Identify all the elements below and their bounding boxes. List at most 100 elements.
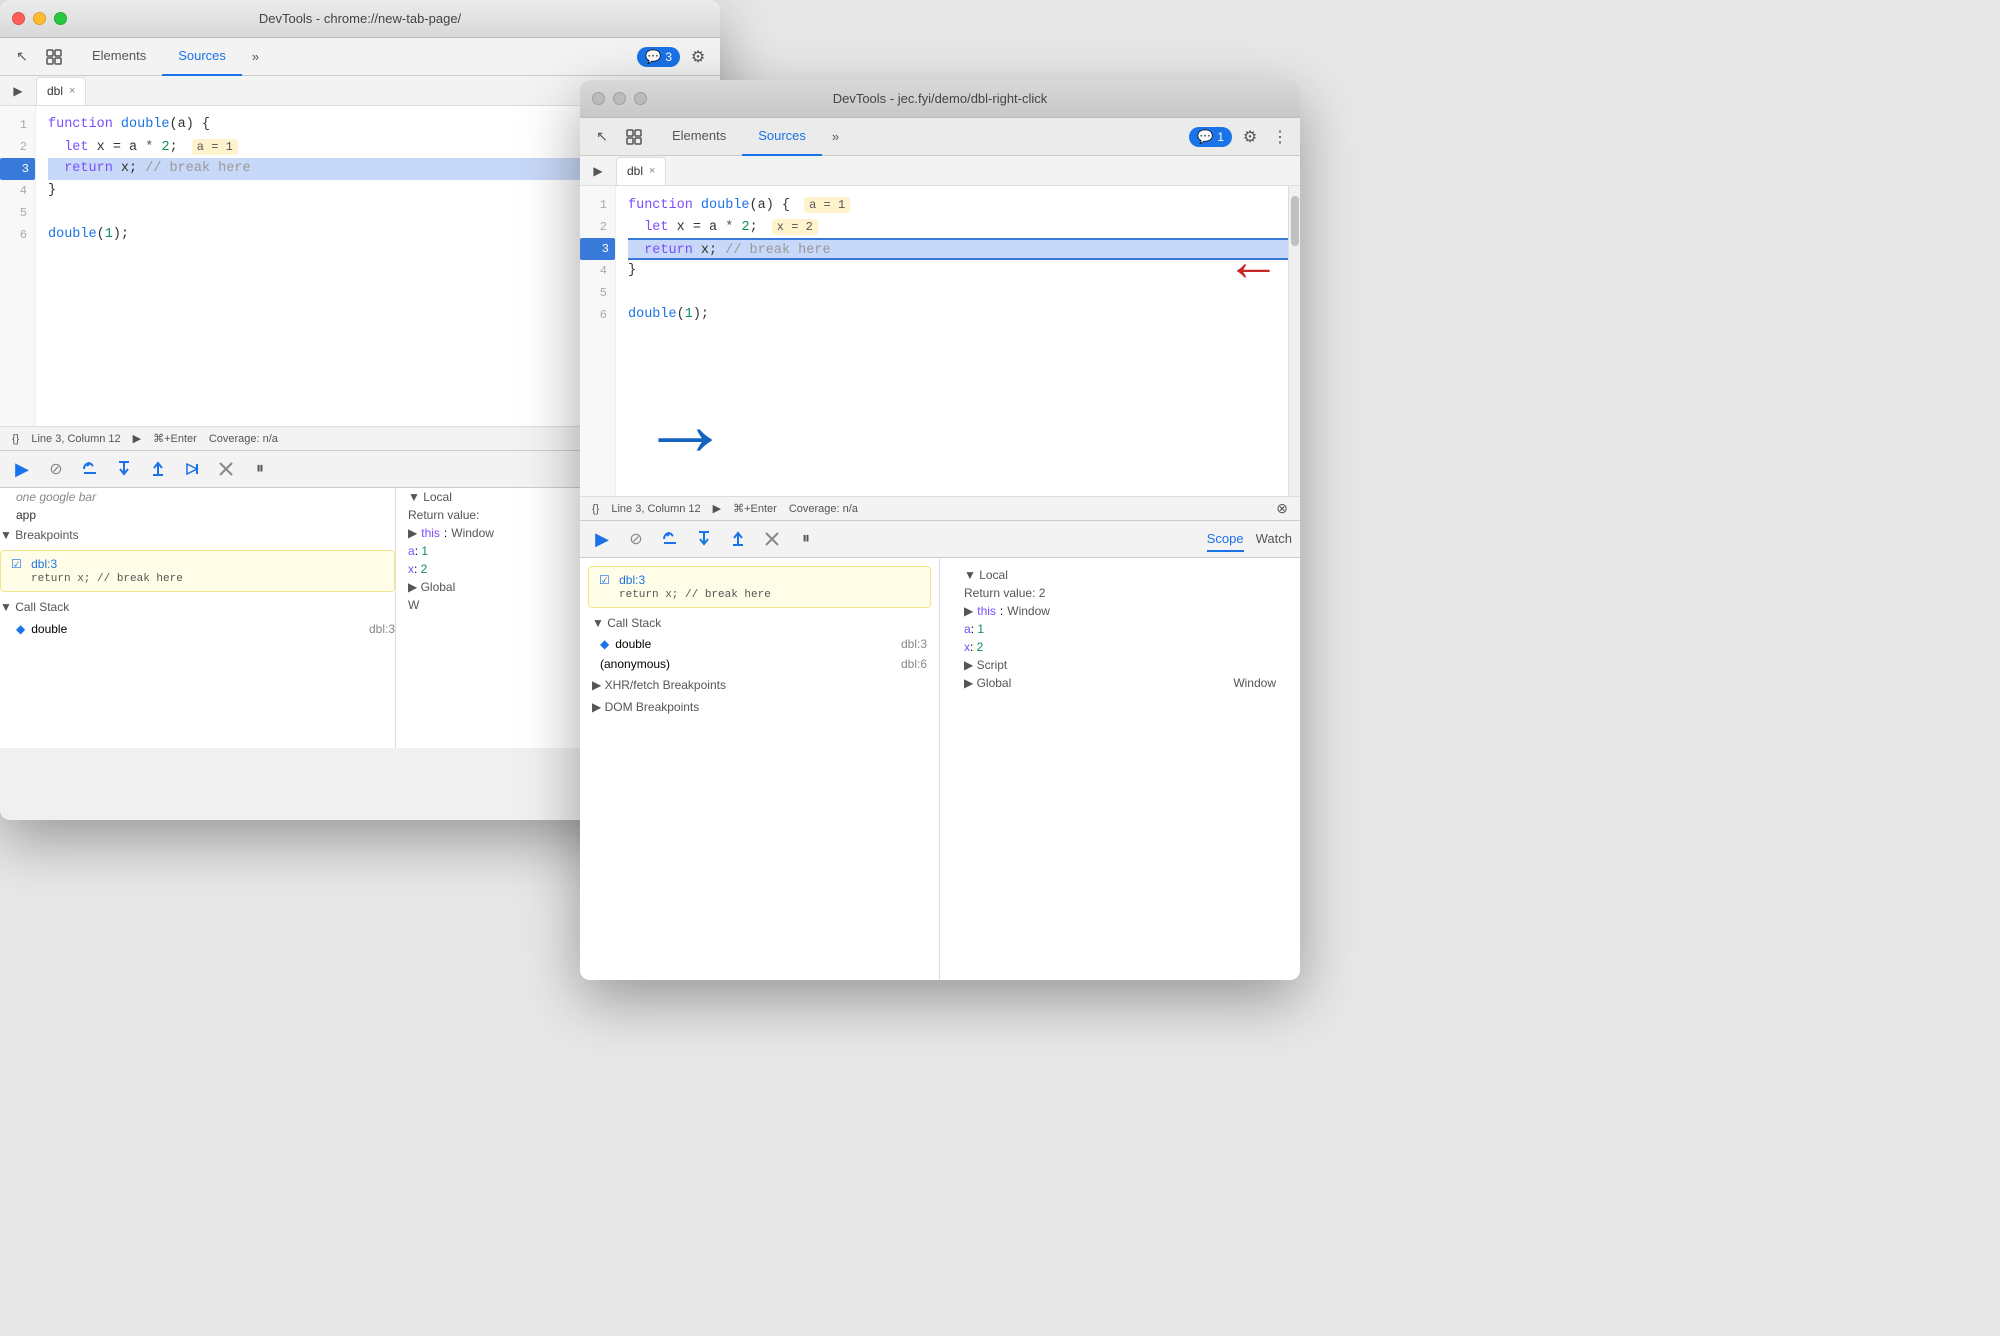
code-line-4-right: }	[628, 260, 1300, 282]
red-arrow: ←	[1237, 238, 1270, 293]
call-stack-double-right: ◆double dbl:3	[580, 634, 939, 654]
blue-arrow: →	[640, 380, 730, 470]
window-title-right: DevTools - jec.fyi/demo/dbl-right-click	[833, 91, 1048, 106]
breakpoint-checkbox-right[interactable]: ☑	[599, 573, 610, 587]
dom-header-right[interactable]: ▶ DOM Breakpoints	[580, 696, 939, 718]
breakpoint-label-right: dbl:3	[619, 573, 645, 587]
line-numbers-right: 1 2 3 4 5 6	[580, 186, 616, 496]
app-item: app	[0, 506, 395, 524]
minimize-button-left[interactable]	[33, 12, 46, 25]
step-over-left[interactable]	[76, 455, 104, 483]
maximize-button-right[interactable]	[634, 92, 647, 105]
close-tab-right[interactable]: ×	[649, 165, 655, 177]
settings-button-left[interactable]: ⚙	[684, 43, 712, 71]
code-line-2-right: let x = a * 2; x = 2	[628, 216, 1300, 238]
devtools-window-right: DevTools - jec.fyi/demo/dbl-right-click …	[580, 80, 1300, 980]
watch-tab-right[interactable]: Watch	[1256, 527, 1292, 552]
close-button-right[interactable]	[592, 92, 605, 105]
step-out-left[interactable]	[144, 455, 172, 483]
breakpoint-code-left: return x; // break here	[31, 573, 384, 585]
x-value-right: x: 2	[952, 638, 1288, 656]
more-tabs-right[interactable]: »	[826, 125, 845, 148]
code-line-5-right	[628, 282, 1300, 304]
breakpoint-checkbox-left[interactable]: ☑	[11, 557, 22, 571]
layers-icon[interactable]	[40, 43, 68, 71]
panel-toggle-right[interactable]: ▶	[588, 161, 608, 181]
deactivate-breakpoints-left[interactable]	[212, 455, 240, 483]
settings-button-right[interactable]: ⚙	[1236, 123, 1264, 151]
step-over-right[interactable]	[656, 525, 684, 553]
return-value-right: Return value: 2	[952, 584, 1288, 602]
more-button-right[interactable]: ⋮	[1268, 123, 1292, 151]
close-tab-left[interactable]: ×	[69, 85, 75, 97]
pause-on-exception-left[interactable]: ⊘	[42, 455, 70, 483]
a-value-right: a: 1	[952, 620, 1288, 638]
xhr-header-right[interactable]: ▶ XHR/fetch Breakpoints	[580, 674, 939, 696]
breakpoint-label-left: dbl:3	[31, 557, 57, 571]
pause-button-right[interactable]: ⏸	[792, 525, 820, 553]
traffic-lights-left	[12, 12, 67, 25]
layers-icon-right[interactable]	[620, 123, 648, 151]
code-line-6-right: double(1);	[628, 304, 1300, 326]
resume-button-right[interactable]: ▶	[588, 525, 616, 553]
code-line-3-right: return x; // break here	[628, 238, 1300, 260]
panel-toggle-left[interactable]: ▶	[8, 81, 28, 101]
devtools-toolbar-left: ↖ Elements Sources » 💬 3 ⚙	[0, 38, 720, 76]
breakpoints-header-left[interactable]: ▼ Breakpoints	[0, 524, 395, 546]
call-stack-anon-right: (anonymous) dbl:6	[580, 654, 939, 674]
main-tabs-left: Elements Sources	[76, 38, 242, 76]
close-status-right[interactable]: ⊗	[1276, 500, 1288, 517]
cursor-icon[interactable]: ↖	[8, 43, 36, 71]
breakpoint-item-left: ☑ dbl:3 return x; // break here	[0, 550, 395, 592]
chat-badge-left[interactable]: 💬 3	[637, 47, 680, 67]
chat-badge-right[interactable]: 💬 1	[1189, 127, 1232, 147]
step-right[interactable]	[724, 525, 752, 553]
call-stack-header-left[interactable]: ▼ Call Stack	[0, 596, 395, 618]
cursor-icon-right[interactable]: ↖	[588, 123, 616, 151]
file-tab-dbl-left[interactable]: dbl ×	[36, 77, 86, 105]
file-tab-dbl-right[interactable]: dbl ×	[616, 157, 666, 185]
left-panel-left: one google bar app ▼ Breakpoints ☑ dbl:3…	[0, 488, 396, 748]
script-scope-right[interactable]: ▶ Script	[952, 656, 1288, 674]
file-tabs-right: ▶ dbl ×	[580, 156, 1300, 186]
tab-elements-right[interactable]: Elements	[656, 118, 742, 156]
panel-body-right: ▶ dbl × 1 2 3 4 5 6 function double(a) {…	[580, 156, 1300, 980]
pause-on-exception-right[interactable]: ⊘	[622, 525, 650, 553]
minimize-button-right[interactable]	[613, 92, 626, 105]
google-bar-item: one google bar	[0, 488, 395, 506]
local-scope-right[interactable]: ▼ Local	[952, 566, 1288, 584]
line-numbers-left: 1 2 3 4 5 6	[0, 106, 36, 426]
titlebar-left: DevTools - chrome://new-tab-page/	[0, 0, 720, 38]
tab-elements-left[interactable]: Elements	[76, 38, 162, 76]
breakpoint-item-right: ☑ dbl:3 return x; // break here	[588, 566, 931, 608]
scope-tab-right[interactable]: Scope	[1207, 527, 1244, 552]
devtools-toolbar-right: ↖ Elements Sources » 💬 1 ⚙ ⋮	[580, 118, 1300, 156]
step-into-right[interactable]	[690, 525, 718, 553]
global-scope-right[interactable]: ▶ Global Window	[952, 674, 1288, 692]
pause-button-left[interactable]: ⏸	[246, 455, 274, 483]
scope-watch-tabs-right: Scope Watch	[1207, 527, 1292, 552]
this-item-right[interactable]: ▶ this: Window	[952, 602, 1288, 620]
breakpoint-code-right: return x; // break here	[619, 589, 920, 601]
status-bar-right: {} Line 3, Column 12 ▶ ⌘+Enter Coverage:…	[580, 496, 1300, 520]
bottom-panels-right: ☑ dbl:3 return x; // break here ▼ Call S…	[580, 558, 1300, 980]
traffic-lights-right	[592, 92, 647, 105]
titlebar-right: DevTools - jec.fyi/demo/dbl-right-click	[580, 80, 1300, 118]
tab-sources-left[interactable]: Sources	[162, 38, 242, 76]
step-left[interactable]	[178, 455, 206, 483]
scrollbar-right[interactable]	[1288, 186, 1300, 496]
code-line-1-right: function double(a) { a = 1	[628, 194, 1300, 216]
resume-button-left[interactable]: ▶	[8, 455, 36, 483]
call-stack-header-right[interactable]: ▼ Call Stack	[580, 612, 939, 634]
step-into-left[interactable]	[110, 455, 138, 483]
maximize-button-left[interactable]	[54, 12, 67, 25]
tab-sources-right[interactable]: Sources	[742, 118, 822, 156]
rw-right-panel: ▼ Local Return value: 2 ▶ this: Window a…	[940, 558, 1300, 980]
rw-left-panel: ☑ dbl:3 return x; // break here ▼ Call S…	[580, 558, 940, 980]
debug-toolbar-right: ▶ ⊘	[580, 520, 1300, 558]
close-button-left[interactable]	[12, 12, 25, 25]
window-title-left: DevTools - chrome://new-tab-page/	[259, 11, 461, 26]
more-tabs-left[interactable]: »	[246, 45, 265, 68]
scrollbar-thumb-right[interactable]	[1291, 196, 1299, 246]
deactivate-right[interactable]	[758, 525, 786, 553]
